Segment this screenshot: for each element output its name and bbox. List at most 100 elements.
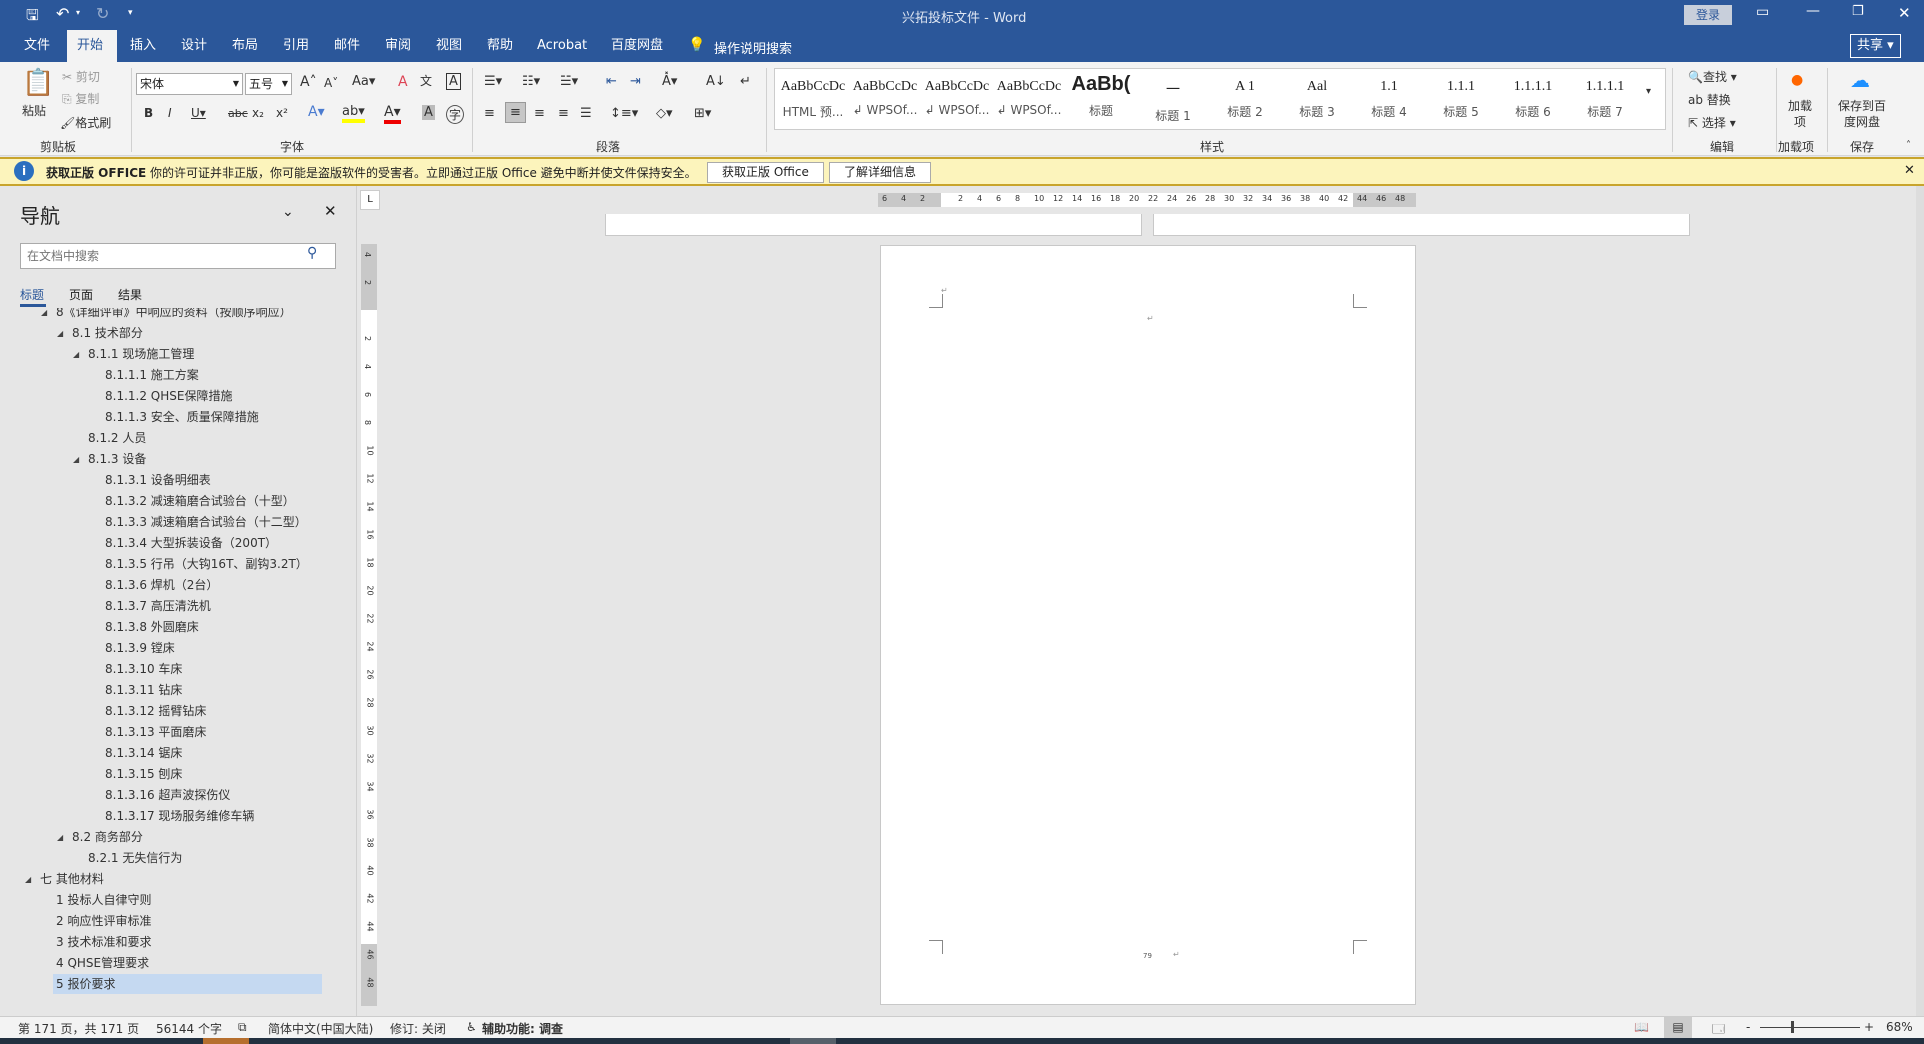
nav-heading-item[interactable]: 8.2 商务部分 [69, 827, 143, 847]
language[interactable]: 简体中文(中国大陆) [268, 1020, 373, 1037]
font-color-icon[interactable]: A▾ [384, 104, 401, 124]
close-icon[interactable]: ✕ [1898, 4, 1911, 22]
nav-tab-headings[interactable]: 标题 [20, 286, 44, 303]
customize-qat-icon[interactable]: ▾ [128, 8, 133, 18]
style-item[interactable]: AaBbCcDc HTML 预... [777, 69, 849, 129]
nav-heading-item[interactable]: 8.2.1 无失信行为 [85, 848, 182, 868]
track-changes[interactable]: 修订: 关闭 [390, 1020, 446, 1037]
clear-format-icon[interactable]: A [398, 74, 408, 90]
login-button[interactable]: 登录 [1684, 5, 1732, 25]
tab-selector[interactable]: L [360, 190, 380, 210]
paste-icon[interactable]: 📋 [22, 68, 54, 98]
grow-font-icon[interactable]: A˄ [300, 74, 317, 90]
tab-mailings[interactable]: 邮件 [324, 30, 370, 62]
nav-options-icon[interactable]: ⌄ [282, 204, 294, 220]
zoom-in-icon[interactable]: + [1864, 1020, 1874, 1034]
nav-heading-item[interactable]: 8.1.3.8 外圆磨床 [102, 617, 199, 637]
page-count[interactable]: 第 171 页，共 171 页 [18, 1020, 139, 1037]
tab-file[interactable]: 文件 [14, 30, 60, 62]
nav-heading-item[interactable]: 8.1.1.1 施工方案 [102, 365, 199, 385]
zoom-slider-thumb[interactable] [1791, 1021, 1795, 1033]
nav-heading-item[interactable]: 8.1.1.2 QHSE保障措施 [102, 386, 232, 406]
multilevel-list-icon[interactable]: ☱▾ [560, 74, 578, 89]
replace-button[interactable]: ab 替换 [1688, 91, 1731, 108]
numbering-icon[interactable]: ☷▾ [522, 74, 540, 89]
font-name-combo[interactable]: 宋体 ▼ [136, 73, 243, 95]
change-case-icon[interactable]: Aa▾ [352, 74, 375, 89]
enclose-character-icon[interactable]: 字 [446, 105, 465, 124]
bold-icon[interactable]: B [144, 106, 153, 120]
nav-heading-item[interactable]: 8.1.1.3 安全、质量保障措施 [102, 407, 259, 427]
sort-icon[interactable]: A↓ [706, 74, 726, 89]
style-item[interactable]: AaBb(标题 [1065, 69, 1137, 129]
addins-icon[interactable]: ● [1791, 72, 1803, 88]
word-count[interactable]: 56144 个字 [156, 1020, 222, 1037]
decrease-indent-icon[interactable]: ⇤ [606, 74, 617, 89]
style-item[interactable]: AaBbCcDc ↲ WPSOf... [993, 69, 1065, 129]
collapse-arrow-icon[interactable]: ◢ [25, 875, 31, 884]
increase-indent-icon[interactable]: ⇥ [630, 74, 641, 89]
style-item[interactable]: 1.1.1.1 标题 7 [1569, 69, 1641, 129]
nav-heading-item[interactable]: 8.1.3.12 摇臂钻床 [102, 701, 206, 721]
vertical-scrollbar[interactable] [1916, 186, 1924, 1016]
tab-layout[interactable]: 布局 [222, 30, 268, 62]
nav-heading-item[interactable]: 8.1 技术部分 [69, 323, 143, 343]
tab-view[interactable]: 视图 [426, 30, 472, 62]
subscript-icon[interactable]: x₂ [252, 106, 264, 120]
nav-heading-item[interactable]: 七 其他材料 [37, 869, 104, 889]
collapse-ribbon-icon[interactable]: ˄ [1906, 140, 1911, 151]
nav-close-icon[interactable]: ✕ [324, 202, 337, 220]
find-button[interactable]: 🔍查找 ▾ [1688, 68, 1737, 85]
collapse-arrow-icon[interactable]: ◢ [57, 833, 63, 842]
distributed-icon[interactable]: ☰ [580, 106, 592, 121]
redo-icon[interactable]: ↻ [96, 4, 109, 23]
nav-heading-item[interactable]: 8.1.2 人员 [85, 428, 146, 448]
nav-heading-item[interactable]: 2 响应性评审标准 [53, 911, 151, 931]
tab-design[interactable]: 设计 [171, 30, 217, 62]
nav-heading-item[interactable]: 8.1.3.16 超声波探伤仪 [102, 785, 230, 805]
font-size-combo[interactable]: 五号 ▼ [245, 73, 292, 95]
nav-heading-item[interactable]: 8.1.3.1 设备明细表 [102, 470, 211, 490]
copy-button[interactable]: ⎘ 复制 [62, 90, 99, 107]
save-icon[interactable]: 🖫 [26, 5, 39, 30]
phonetic-guide-icon[interactable]: 文 [420, 72, 432, 89]
nav-heading-item[interactable]: 8.1.3.6 焊机（2台） [102, 575, 218, 595]
nav-tab-results[interactable]: 结果 [118, 286, 142, 303]
shading-icon[interactable]: ◇▾ [656, 106, 673, 121]
style-item[interactable]: 1.1.1.1 标题 6 [1497, 69, 1569, 129]
strikethrough-icon[interactable]: abc [228, 107, 248, 120]
shrink-font-icon[interactable]: A˅ [324, 76, 338, 90]
style-item[interactable]: AaBbCcDc ↲ WPSOf... [849, 69, 921, 129]
asian-layout-icon[interactable]: A̽▾ [662, 74, 677, 89]
borders-icon[interactable]: ⊞▾ [694, 106, 711, 121]
get-genuine-office-button[interactable]: 获取正版 Office [707, 162, 824, 183]
proofing-icon[interactable]: ⧉ [238, 1020, 247, 1035]
horizontal-ruler[interactable]: 6 4 2 2 4 6 8 10 12 14 16 18 20 22 24 26 28 30 32 34 36 38 40 4… [878, 193, 1416, 207]
nav-heading-item[interactable]: 8.1.3.4 大型拆装设备（200T） [102, 533, 277, 553]
styles-more-icon[interactable]: ▾ [1646, 86, 1651, 97]
nav-heading-item[interactable]: 8.1.3.10 车床 [102, 659, 182, 679]
document-page[interactable]: ↵ ↵ 79 ↵ [880, 245, 1416, 1005]
nav-heading-item[interactable]: 8.1.3.13 平面磨床 [102, 722, 206, 742]
accessibility-status[interactable]: 辅助功能: 调查 [482, 1020, 563, 1037]
character-shading-icon[interactable]: A [422, 105, 435, 120]
close-message-icon[interactable]: ✕ [1904, 163, 1915, 178]
search-icon[interactable]: ⚲ [307, 245, 317, 261]
nav-heading-item[interactable]: 1 投标人自律守则 [53, 890, 151, 910]
align-left-icon[interactable]: ≡ [484, 106, 495, 121]
style-item[interactable]: AaBbCcDc ↲ WPSOf... [921, 69, 993, 129]
nav-heading-item[interactable]: 8.1.3.2 减速箱磨合试验台（十型） [102, 491, 295, 511]
highlight-icon[interactable]: ab▾ [342, 104, 365, 123]
nav-search-input[interactable] [20, 243, 336, 269]
collapse-arrow-icon[interactable]: ◢ [57, 329, 63, 338]
undo-icon[interactable]: ↶ [56, 4, 69, 23]
tell-me-search[interactable]: 操作说明搜索 [714, 38, 792, 57]
bullets-icon[interactable]: ☰▾ [484, 74, 502, 89]
style-item[interactable]: 1.1 标题 4 [1353, 69, 1425, 129]
style-item[interactable]: A 1 标题 2 [1209, 69, 1281, 129]
nav-heading-item[interactable]: 8.1.3.5 行吊（大钩16T、副钩3.2T） [102, 554, 308, 574]
superscript-icon[interactable]: x² [276, 106, 288, 120]
addins-button[interactable]: 加载项 [1788, 98, 1812, 130]
line-spacing-icon[interactable]: ↕≡▾ [610, 106, 638, 121]
nav-heading-item[interactable]: 5 报价要求 [53, 974, 322, 994]
